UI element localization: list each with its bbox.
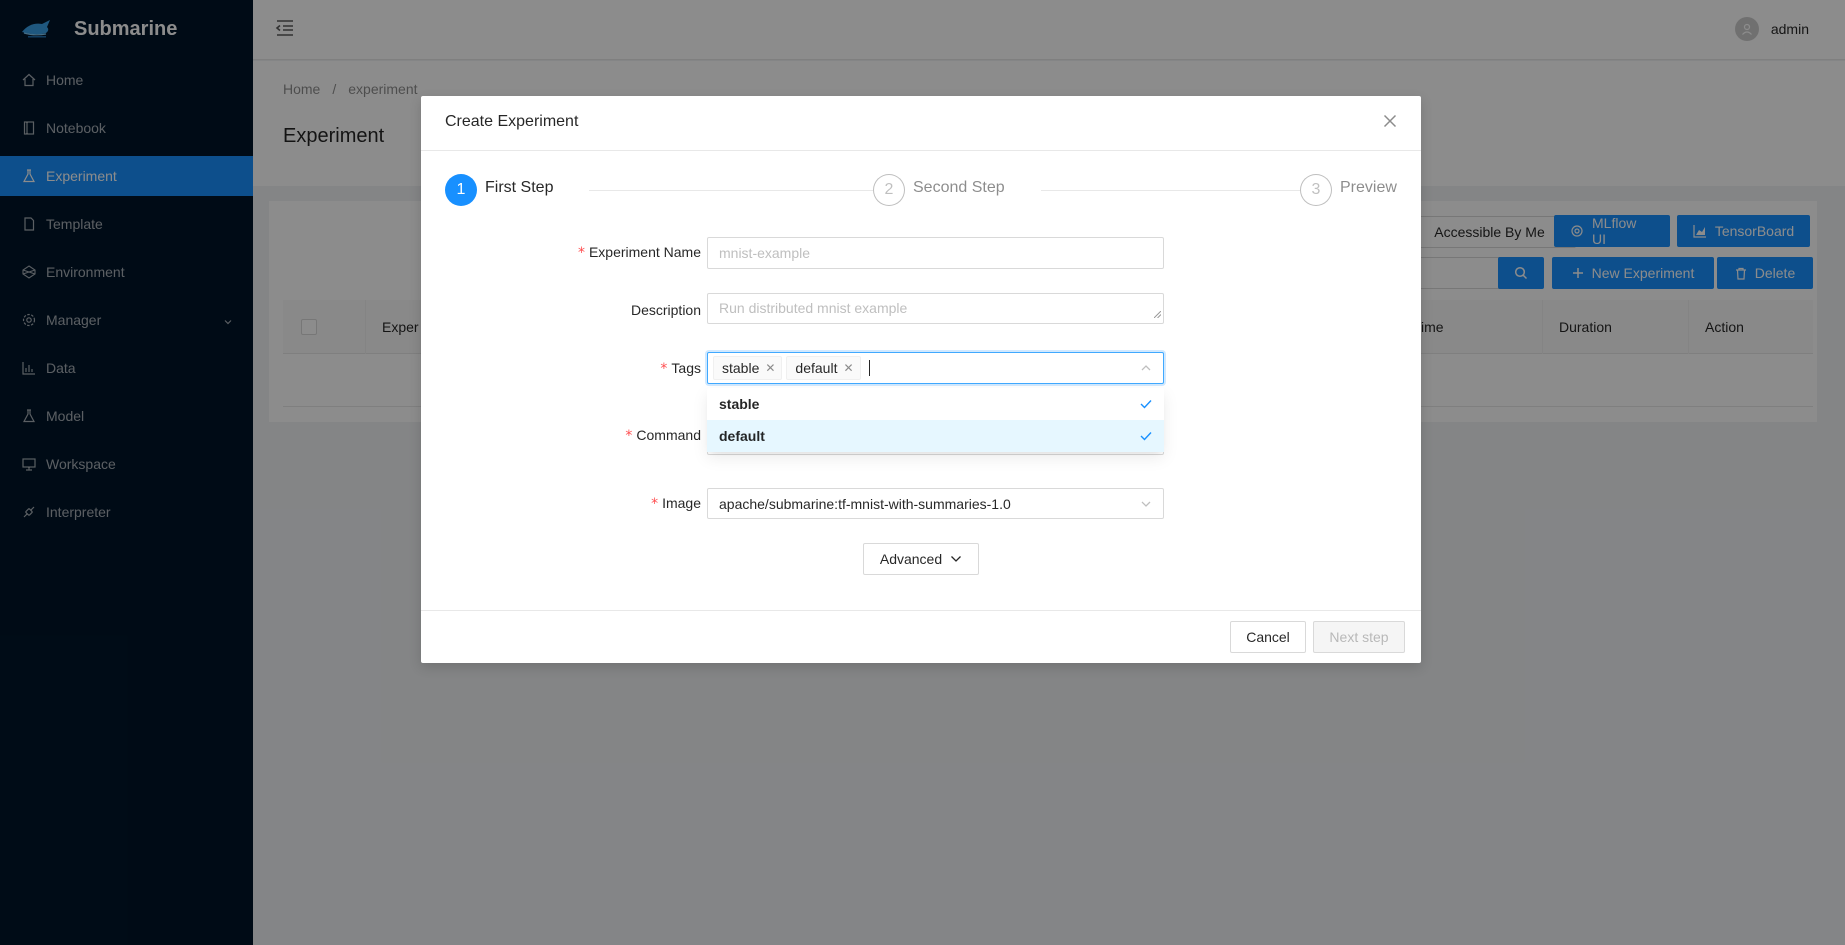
steps: 1 First Step 2 Second Step 3 Preview [445, 174, 1397, 206]
tag-option-stable[interactable]: stable [707, 388, 1164, 420]
description-textarea[interactable]: Run distributed mnist example [707, 293, 1164, 324]
placeholder: mnist-example [719, 245, 811, 261]
experiment-name-input[interactable]: mnist-example [707, 237, 1164, 269]
advanced-button[interactable]: Advanced [863, 543, 979, 575]
experiment-name-label: * Experiment Name [421, 244, 701, 261]
check-icon [1140, 428, 1152, 444]
step-3-title: Preview [1340, 179, 1397, 196]
label-text: Tags [671, 360, 701, 376]
image-select[interactable]: apache/submarine:tf-mnist-with-summaries… [707, 488, 1164, 519]
modal-title: Create Experiment [445, 113, 579, 130]
description-label: Description [421, 302, 701, 318]
tag-chip: stable ✕ [713, 356, 783, 380]
placeholder: Run distributed mnist example [719, 300, 908, 316]
step-connector [589, 190, 877, 191]
required-mark: * [625, 428, 633, 444]
modal-footer: Cancel Next step [421, 610, 1421, 663]
chevron-down-icon [1140, 498, 1152, 510]
tags-dropdown: stable default [707, 388, 1164, 452]
step-3-icon: 3 [1300, 174, 1332, 206]
resize-handle-icon[interactable] [1153, 305, 1162, 321]
step-connector [1041, 190, 1301, 191]
cancel-label: Cancel [1246, 629, 1290, 645]
tag-option-default[interactable]: default [707, 420, 1164, 452]
option-label: stable [719, 396, 760, 412]
required-mark: * [651, 496, 659, 512]
create-experiment-modal: Create Experiment 1 First Step 2 Second … [421, 96, 1421, 663]
image-label: * Image [421, 495, 701, 512]
chevron-up-icon [1140, 362, 1152, 374]
advanced-label: Advanced [879, 551, 943, 567]
option-label: default [719, 428, 765, 444]
next-step-button[interactable]: Next step [1313, 621, 1405, 653]
check-icon [1140, 396, 1152, 412]
tag-label: stable [722, 360, 760, 376]
required-mark: * [577, 245, 585, 261]
tag-chip: default ✕ [786, 356, 861, 380]
next-step-label: Next step [1329, 629, 1389, 645]
text-cursor [868, 360, 870, 376]
image-value: apache/submarine:tf-mnist-with-summaries… [719, 495, 1011, 512]
step-1-title: First Step [485, 179, 554, 196]
chevron-down-icon [950, 553, 962, 565]
label-text: Image [662, 495, 701, 511]
tag-close-icon[interactable]: ✕ [843, 361, 853, 375]
step-2-title: Second Step [913, 179, 1005, 196]
tags-select[interactable]: stable ✕ default ✕ [707, 352, 1164, 384]
cancel-button[interactable]: Cancel [1230, 621, 1306, 653]
label-text: Description [630, 302, 701, 318]
step-2-icon: 2 [873, 174, 905, 206]
required-mark: * [660, 361, 668, 377]
tag-close-icon[interactable]: ✕ [765, 361, 775, 375]
command-label: * Command [421, 427, 701, 444]
label-text: Experiment Name [588, 244, 701, 260]
step-1-icon: 1 [445, 174, 477, 206]
modal-header: Create Experiment [421, 96, 1421, 151]
tags-label: * Tags [421, 360, 701, 377]
tag-label: default [795, 360, 838, 376]
label-text: Command [636, 427, 701, 443]
close-icon[interactable] [1383, 114, 1397, 133]
